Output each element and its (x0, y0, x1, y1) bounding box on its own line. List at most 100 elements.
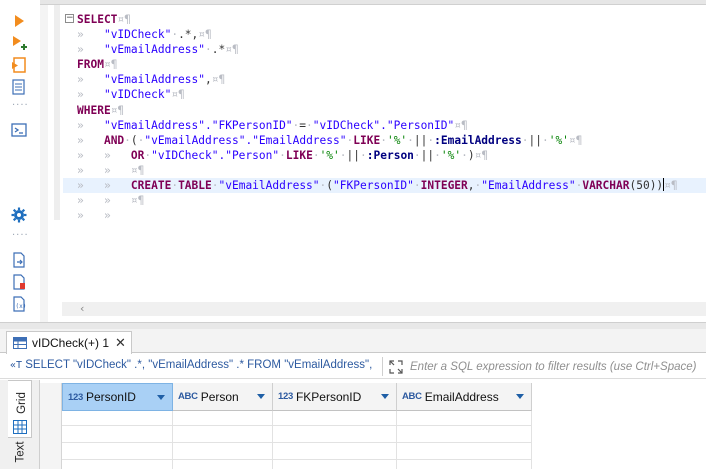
code-token: ¤¶ (171, 88, 185, 102)
open-console-icon[interactable] (10, 121, 28, 139)
results-grid-area: Grid Text 123 PersonID ABC Person 123 FK… (0, 380, 706, 469)
horizontal-scrollbar[interactable]: ‹ (62, 302, 706, 316)
code-token: · (339, 148, 347, 162)
code-line[interactable]: » » (77, 208, 706, 223)
fold-collapse-icon[interactable]: − (65, 14, 74, 23)
code-line[interactable]: » "vIDCheck"¤¶ (77, 87, 706, 102)
export-icon[interactable] (10, 251, 28, 269)
code-line[interactable]: WHERE¤¶ (77, 103, 706, 118)
column-name: FKPersonID (295, 389, 362, 404)
load-parameters-icon[interactable]: (x) (10, 295, 28, 313)
code-token: ¤¶ (103, 58, 118, 72)
code-token: AND (103, 133, 125, 147)
text-view-tab[interactable]: Text (15, 441, 27, 462)
column-header-person[interactable]: ABC Person (173, 383, 273, 411)
code-line[interactable]: FROM¤¶ (77, 57, 706, 72)
filter-input[interactable] (410, 357, 704, 376)
settings-icon[interactable] (10, 206, 28, 224)
sort-dropdown-icon[interactable] (381, 394, 389, 399)
editor-tab-strip (40, 0, 706, 5)
column-name: Person (200, 389, 239, 404)
code-token: · (312, 148, 320, 162)
grid-col-line (272, 411, 273, 469)
grid-view-tab[interactable]: Grid (8, 380, 32, 438)
code-token: "vIDCheck" (103, 88, 172, 102)
code-token: || (413, 133, 428, 147)
code-token: LIKE (353, 133, 381, 147)
filter-sql-label[interactable]: «T SELECT "vIDCheck" .*, "vEmailAddress"… (10, 359, 372, 371)
sql-code[interactable]: SELECT¤¶» "vIDCheck"·.*,¤¶» "vEmailAddre… (77, 12, 706, 223)
code-token: "vEmailAddress" (103, 43, 205, 57)
sql-query-icon: «T (10, 360, 23, 371)
execute-statement-icon[interactable] (10, 12, 28, 30)
code-token: · (124, 133, 131, 147)
code-line[interactable]: » » CREATE·TABLE·"vEmailAddress"·("FKPer… (77, 178, 706, 193)
code-token: » (77, 118, 104, 132)
code-token: ¤¶ (664, 179, 678, 193)
code-line[interactable]: SELECT¤¶ (77, 12, 706, 27)
code-token: FROM (77, 58, 104, 72)
sort-dropdown-icon[interactable] (157, 395, 165, 400)
filter-bar: «T SELECT "vIDCheck" .*, "vEmailAddress"… (0, 354, 706, 379)
code-token: » (77, 43, 104, 57)
code-token: .* (211, 43, 226, 57)
code-token: LIKE (285, 148, 313, 162)
code-line[interactable]: » AND·(·"vEmailAddress"."EmailAddress"·L… (77, 133, 706, 148)
code-token: || (420, 148, 435, 162)
code-line[interactable]: » » ¤¶ (77, 193, 706, 208)
grid-col-line (531, 411, 532, 469)
code-token: "FKPersonID" (333, 179, 414, 193)
code-line[interactable]: » "vEmailAddress"·.*¤¶ (77, 42, 706, 57)
code-line[interactable]: » » OR·"vIDCheck"."Person"·LIKE·'%'·||·:… (77, 148, 706, 163)
code-token: OR (130, 148, 145, 162)
results-tab[interactable]: vIDCheck(+) 1 ✕ (6, 331, 132, 354)
sort-dropdown-icon[interactable] (516, 394, 524, 399)
code-token: CREATE (130, 179, 172, 193)
code-token: VARCHAR (582, 179, 630, 193)
code-token: "vEmailAddress" (218, 179, 320, 193)
sql-editor[interactable]: − SELECT¤¶» "vIDCheck"·.*,¤¶» "vEmailAdd… (40, 0, 706, 322)
code-token: :EmailAddress (434, 133, 522, 147)
close-icon[interactable]: ✕ (115, 336, 126, 351)
code-token: ¤¶ (568, 133, 583, 147)
column-header-fkpersonid[interactable]: 123 FKPersonID (273, 383, 397, 411)
code-line[interactable]: » "vEmailAddress",¤¶ (77, 72, 706, 87)
code-token: » » ¤¶ (77, 163, 145, 177)
grid-icon (13, 420, 27, 434)
explain-plan-icon[interactable] (10, 78, 28, 96)
code-line[interactable]: » » ¤¶ (77, 163, 706, 178)
editor-toolbar: ···· ···· (x) (0, 0, 40, 322)
results-tab-label: vIDCheck(+) 1 (32, 336, 110, 350)
code-token: "vIDCheck" (103, 28, 172, 42)
import-icon[interactable] (10, 273, 28, 291)
code-token: '%' (440, 148, 462, 162)
grid-row-line (62, 459, 532, 460)
sort-dropdown-icon[interactable] (257, 394, 265, 399)
execute-in-new-tab-icon[interactable] (10, 34, 28, 52)
column-header-personid[interactable]: 123 PersonID (62, 383, 173, 411)
code-line[interactable]: » "vEmailAddress"."FKPersonID"·=·"vIDChe… (77, 118, 706, 133)
table-icon (13, 337, 27, 349)
filter-separator (382, 357, 383, 376)
expand-filter-icon[interactable] (388, 359, 404, 375)
code-token: · (413, 148, 421, 162)
code-token: · (413, 179, 421, 193)
number-type-icon: 123 (68, 391, 83, 403)
query-block-marker (54, 5, 60, 220)
execute-script-icon[interactable] (10, 56, 28, 74)
code-token: WHERE (77, 103, 111, 117)
code-line[interactable]: » "vIDCheck"·.*,¤¶ (77, 27, 706, 42)
row-number-column (40, 383, 62, 469)
column-name: EmailAddress (424, 389, 499, 404)
column-header-emailaddress[interactable]: ABC EmailAddress (397, 383, 532, 411)
code-token: · (211, 179, 219, 193)
code-token: .*, (178, 28, 199, 42)
vertical-ruler (40, 5, 48, 322)
panel-splitter[interactable] (0, 322, 706, 329)
scroll-left-icon[interactable]: ‹ (80, 302, 84, 316)
code-token: '%' (548, 133, 569, 147)
code-token: "vEmailAddress" (103, 73, 205, 87)
grid-row-line (62, 442, 532, 443)
code-token: · (380, 133, 387, 147)
text-type-icon: ABC (402, 391, 422, 402)
